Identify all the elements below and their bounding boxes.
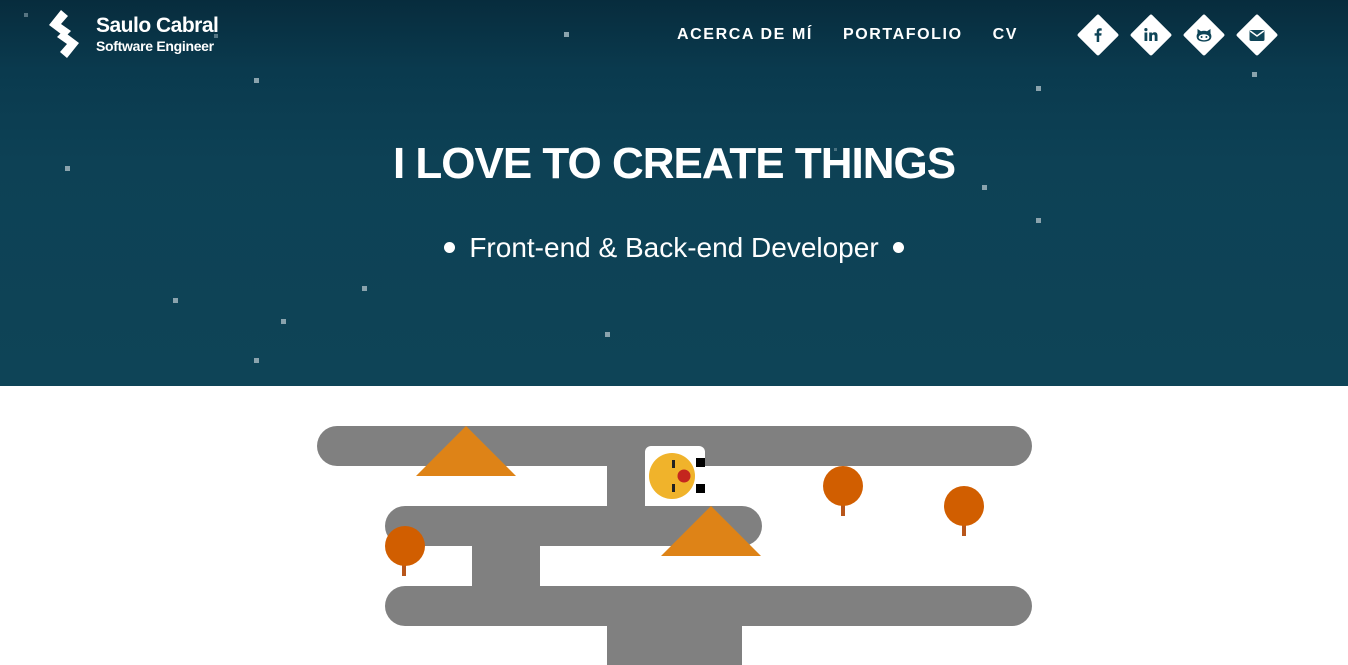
nav-link-acerca[interactable]: ACERCA DE MÍ <box>662 25 828 45</box>
nav-link-cv[interactable]: CV <box>978 25 1033 45</box>
linkedin-icon <box>1144 28 1158 41</box>
hero-header: Saulo Cabral Software Engineer ACERCA DE… <box>0 0 1348 386</box>
star <box>1252 72 1257 77</box>
tree <box>944 486 984 536</box>
github-link[interactable] <box>1182 13 1226 57</box>
hero-tagline: Front-end & Back-end Developer <box>0 230 1348 266</box>
star <box>564 32 569 37</box>
facebook-icon <box>1094 28 1102 42</box>
tree <box>823 466 863 516</box>
github-icon <box>1196 29 1212 42</box>
brand-home-link[interactable]: Saulo Cabral Software Engineer <box>46 10 219 58</box>
star <box>605 332 610 337</box>
envelope-icon <box>1249 30 1265 41</box>
hero-headline: I LOVE TO CREATE THINGS <box>392 139 956 188</box>
star <box>1036 86 1041 91</box>
social-links <box>1076 13 1288 57</box>
brand-role: Software Engineer <box>96 38 214 54</box>
main-nav: ACERCA DE MÍ PORTAFOLIO CV <box>662 25 1033 45</box>
hero-tagline-text: Front-end & Back-end Developer <box>469 232 879 263</box>
tree <box>385 526 425 576</box>
facebook-link[interactable] <box>1076 13 1120 57</box>
brand-name: Saulo Cabral <box>96 14 219 37</box>
star <box>173 298 178 303</box>
star <box>1036 218 1041 223</box>
road-scene <box>0 386 1348 665</box>
star <box>254 78 259 83</box>
bullet-dot <box>444 242 456 254</box>
email-link[interactable] <box>1235 13 1279 57</box>
star <box>281 319 286 324</box>
linkedin-link[interactable] <box>1129 13 1173 57</box>
star <box>24 13 28 17</box>
bullet-dot <box>892 242 904 254</box>
star <box>362 286 367 291</box>
road-scene-illustration <box>317 426 1070 665</box>
s-chevron-logo-icon <box>49 10 79 58</box>
star <box>254 358 259 363</box>
nav-link-portafolio[interactable]: PORTAFOLIO <box>828 25 978 45</box>
